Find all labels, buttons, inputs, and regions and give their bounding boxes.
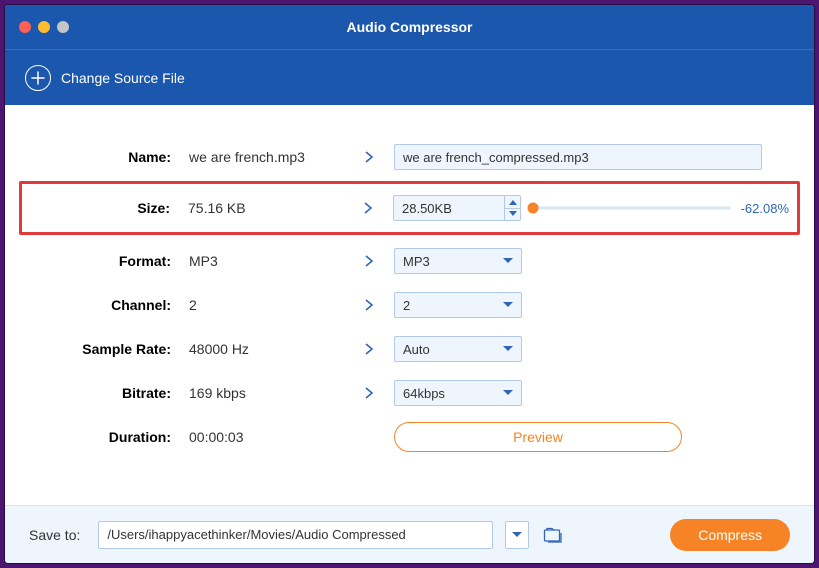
target-size-input[interactable] (393, 195, 521, 221)
row-name: Name: we are french.mp3 (23, 137, 796, 177)
size-percent: -62.08% (741, 201, 789, 216)
footer: Save to: Compress (5, 505, 814, 563)
bitrate-label: Bitrate: (23, 385, 189, 401)
chevron-down-icon (503, 390, 513, 396)
duration-label: Duration: (23, 429, 189, 445)
chevron-down-icon (503, 258, 513, 264)
size-label: Size: (22, 200, 188, 216)
chevron-right-icon (344, 254, 394, 268)
minimize-icon[interactable] (38, 21, 50, 33)
format-select-value: MP3 (403, 254, 430, 269)
chevron-down-icon (503, 346, 513, 352)
size-slider-group: -62.08% (531, 201, 797, 216)
row-channel: Channel: 2 2 (23, 285, 796, 325)
window-controls (19, 21, 69, 33)
window-title: Audio Compressor (5, 19, 814, 35)
size-value: 75.16 KB (188, 200, 343, 216)
folder-icon (543, 526, 563, 544)
channel-value: 2 (189, 297, 344, 313)
sample-rate-select[interactable]: Auto (394, 336, 522, 362)
name-value: we are french.mp3 (189, 149, 344, 165)
chevron-down-icon (512, 532, 522, 538)
path-history-button[interactable] (505, 521, 529, 549)
app-window: Audio Compressor Change Source File Name… (4, 4, 815, 564)
sample-rate-select-value: Auto (403, 342, 430, 357)
chevron-right-icon (344, 386, 394, 400)
bitrate-select[interactable]: 64kbps (394, 380, 522, 406)
slider-track (531, 207, 731, 210)
channel-select[interactable]: 2 (394, 292, 522, 318)
save-to-label: Save to: (29, 527, 80, 543)
add-icon[interactable] (25, 65, 51, 91)
open-folder-button[interactable] (541, 525, 565, 545)
sample-rate-value: 48000 Hz (189, 341, 344, 357)
row-format: Format: MP3 MP3 (23, 241, 796, 281)
row-sample-rate: Sample Rate: 48000 Hz Auto (23, 329, 796, 369)
format-select[interactable]: MP3 (394, 248, 522, 274)
row-bitrate: Bitrate: 169 kbps 64kbps (23, 373, 796, 413)
compress-button[interactable]: Compress (670, 519, 790, 551)
duration-value: 00:00:03 (189, 429, 344, 445)
titlebar: Audio Compressor (5, 5, 814, 49)
save-path-input[interactable] (98, 521, 493, 549)
channel-label: Channel: (23, 297, 189, 313)
format-value: MP3 (189, 253, 344, 269)
size-slider[interactable] (531, 201, 731, 215)
chevron-right-icon (344, 150, 394, 164)
format-label: Format: (23, 253, 189, 269)
row-duration: Duration: 00:00:03 Preview (23, 417, 796, 457)
chevron-right-icon (344, 298, 394, 312)
stepper-up-icon[interactable] (505, 196, 520, 209)
main-form: Name: we are french.mp3 Size: 75.16 KB (5, 105, 814, 505)
channel-select-value: 2 (403, 298, 410, 313)
preview-button[interactable]: Preview (394, 422, 682, 452)
slider-thumb[interactable] (528, 203, 539, 214)
bitrate-value: 169 kbps (189, 385, 344, 401)
chevron-right-icon (344, 342, 394, 356)
stepper-down-icon[interactable] (505, 209, 520, 221)
sample-rate-label: Sample Rate: (23, 341, 189, 357)
chevron-down-icon (503, 302, 513, 308)
zoom-icon[interactable] (57, 21, 69, 33)
change-source-button[interactable]: Change Source File (61, 70, 185, 86)
row-size: Size: 75.16 KB (22, 188, 797, 228)
name-label: Name: (23, 149, 189, 165)
chevron-right-icon (343, 201, 393, 215)
toolbar: Change Source File (5, 49, 814, 105)
output-name-input[interactable] (394, 144, 762, 170)
bitrate-select-value: 64kbps (403, 386, 445, 401)
close-icon[interactable] (19, 21, 31, 33)
size-row-highlight: Size: 75.16 KB (19, 181, 800, 235)
target-size-stepper[interactable] (393, 195, 521, 221)
